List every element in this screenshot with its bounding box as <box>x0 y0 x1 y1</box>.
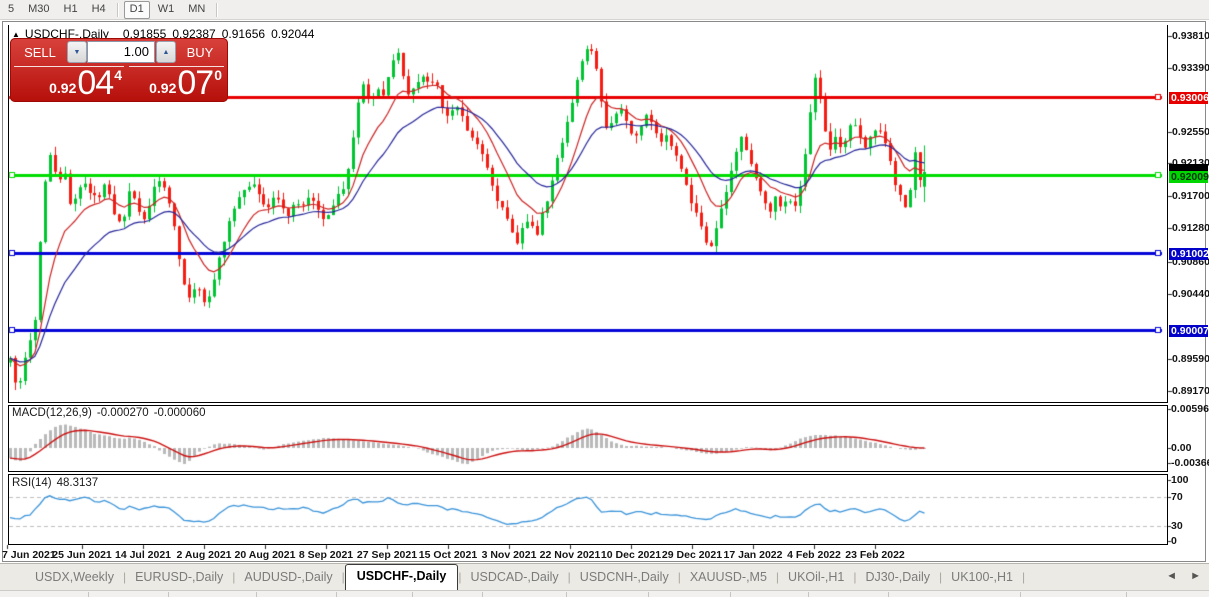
timeframe-5[interactable]: 5 <box>2 1 20 19</box>
level-price-label: 0.92009 <box>1169 171 1209 183</box>
toolbar-separator <box>116 2 119 17</box>
ohlc-close: 0.92044 <box>271 27 315 41</box>
ohlc-low: 0.91656 <box>221 27 266 41</box>
macd-signal-value: -0.000060 <box>153 407 206 419</box>
status-separator <box>730 592 731 597</box>
price-tick-label: 0.89590 <box>1172 353 1209 365</box>
volume-increase-button[interactable]: ▲ <box>156 41 176 63</box>
macd-axis-label: 0.00 <box>1171 442 1192 454</box>
status-separator <box>168 592 169 597</box>
status-separator <box>888 592 889 597</box>
timeframe-mn[interactable]: MN <box>182 1 211 19</box>
macd-name: MACD(12,26,9) <box>12 407 92 419</box>
tab-separator: | <box>1022 570 1026 584</box>
status-separator <box>1020 592 1021 597</box>
status-separator <box>648 592 649 597</box>
chevron-up-icon: ▲ <box>162 49 170 56</box>
tab-usdcad-daily[interactable]: USDCAD-,Daily <box>461 566 567 590</box>
date-tick-label: 29 Dec 2021 <box>661 549 723 561</box>
macd-value: -0.000270 <box>96 407 149 419</box>
status-separator <box>336 592 337 597</box>
status-separator <box>566 592 567 597</box>
tabs-scroll-right-icon[interactable]: ► <box>1190 570 1201 582</box>
price-tick-label: 0.89170 <box>1172 385 1209 397</box>
buy-price-prefix: 0.92 <box>149 80 177 96</box>
price-tick-label: 0.93390 <box>1172 62 1209 74</box>
tab-usdcnh-daily[interactable]: USDCNH-,Daily <box>571 566 678 590</box>
trading-terminal-screen: 5 M30 H1 H4 D1 W1 MN ▲ USDCHF-,Daily 0.91855 0.92… <box>0 0 1209 597</box>
level-price-label: 0.90007 <box>1169 325 1209 337</box>
tab-audusd-daily[interactable]: AUDUSD-,Daily <box>235 566 341 590</box>
date-tick-label: 14 Jul 2021 <box>114 549 172 561</box>
date-tick-label: 15 Oct 2021 <box>418 549 478 561</box>
timeframe-w1[interactable]: W1 <box>152 1 181 19</box>
tab-scroll-controls: ◄ ► <box>1156 570 1201 582</box>
tab-uk100-h1[interactable]: UK100-,H1 <box>942 566 1022 590</box>
tab-xauusd-m5[interactable]: XAUUSD-,M5 <box>681 566 776 590</box>
date-tick-label: 23 Feb 2022 <box>845 549 905 561</box>
sell-button[interactable]: SELL <box>14 41 66 64</box>
sell-price[interactable]: 0.92 04 4 <box>14 64 122 102</box>
price-tick-label: 0.90440 <box>1172 288 1209 300</box>
rsi-value: 48.3137 <box>56 477 99 489</box>
tabs-scroll-left-icon[interactable]: ◄ <box>1166 570 1177 582</box>
date-tick-label: 10 Dec 2021 <box>600 549 662 561</box>
date-tick-label: 8 Sep 2021 <box>298 549 354 561</box>
price-tick-label: 0.93810 <box>1172 30 1209 42</box>
status-separator <box>482 592 483 597</box>
chart-tab-bar: USDX,Weekly | EURUSD-,Daily | AUDUSD-,Daily |… <box>0 563 1209 590</box>
tab-ukoil-h1[interactable]: UKOil-,H1 <box>779 566 853 590</box>
date-tick-label: 3 Nov 2021 <box>481 549 537 561</box>
rsi-axis-label: 70 <box>1171 491 1183 503</box>
date-tick-label: 25 Jun 2021 <box>52 549 112 561</box>
date-tick-label: 27 Sep 2021 <box>356 549 418 561</box>
volume-input[interactable]: 1.00 <box>87 41 155 63</box>
buy-button[interactable]: BUY <box>176 41 224 64</box>
one-click-trade-panel: SELL ▼ 1.00 ▲ BUY 0.92 04 4 0.92 07 0 <box>10 38 228 102</box>
rsi-axis-label: 0 <box>1171 535 1177 547</box>
date-tick-label: 22 Nov 2021 <box>539 549 601 561</box>
tab-dj30-daily[interactable]: DJ30-,Daily <box>856 566 939 590</box>
macd-axis-label: -0.003664 <box>1171 457 1209 469</box>
timeframe-m30[interactable]: M30 <box>22 1 55 19</box>
status-separator <box>1126 592 1127 597</box>
macd-axis-label: 0.005963 <box>1171 403 1209 415</box>
chevron-down-icon: ▼ <box>73 49 81 56</box>
sell-price-main: 04 <box>77 64 114 102</box>
buy-price-main: 07 <box>177 64 214 102</box>
rsi-axis-label: 30 <box>1171 520 1183 532</box>
volume-decrease-button[interactable]: ▼ <box>67 41 87 63</box>
tab-usdx-weekly[interactable]: USDX,Weekly <box>26 566 123 590</box>
date-tick-label: 20 Aug 2021 <box>234 549 296 561</box>
toolbar-separator <box>216 2 219 17</box>
timeframe-toolbar: 5 M30 H1 H4 D1 W1 MN <box>0 0 1209 20</box>
status-separator <box>412 592 413 597</box>
rsi-axis-label: 100 <box>1171 474 1189 486</box>
level-price-label: 0.93006 <box>1169 92 1209 104</box>
price-tick-label: 0.92550 <box>1172 126 1209 138</box>
tab-usdchf-daily[interactable]: USDCHF-,Daily <box>344 564 459 590</box>
date-tick-label: 2 Aug 2021 <box>176 549 232 561</box>
rsi-indicator-label: RSI(14) 48.3137 <box>12 477 103 489</box>
date-tick-label: 4 Feb 2022 <box>787 549 841 561</box>
status-separator <box>88 592 89 597</box>
status-separator <box>256 592 257 597</box>
timeframe-h1[interactable]: H1 <box>58 1 84 19</box>
level-price-label: 0.91002 <box>1169 248 1209 260</box>
sell-price-prefix: 0.92 <box>49 80 77 96</box>
tab-eurusd-daily[interactable]: EURUSD-,Daily <box>126 566 232 590</box>
buy-price[interactable]: 0.92 07 0 <box>130 64 222 102</box>
date-tick-label: 7 Jun 2021 <box>2 549 56 561</box>
timeframe-h4[interactable]: H4 <box>86 1 112 19</box>
rsi-name: RSI(14) <box>12 477 52 489</box>
macd-indicator-label: MACD(12,26,9) -0.000270 -0.000060 <box>12 407 210 419</box>
buy-price-pip: 0 <box>214 67 222 83</box>
sell-price-pip: 4 <box>114 67 122 83</box>
price-tick-label: 0.91700 <box>1172 190 1209 202</box>
date-tick-label: 17 Jan 2022 <box>723 549 783 561</box>
status-separator <box>808 592 809 597</box>
price-tick-label: 0.91280 <box>1172 222 1209 234</box>
timeframe-d1[interactable]: D1 <box>123 0 150 19</box>
